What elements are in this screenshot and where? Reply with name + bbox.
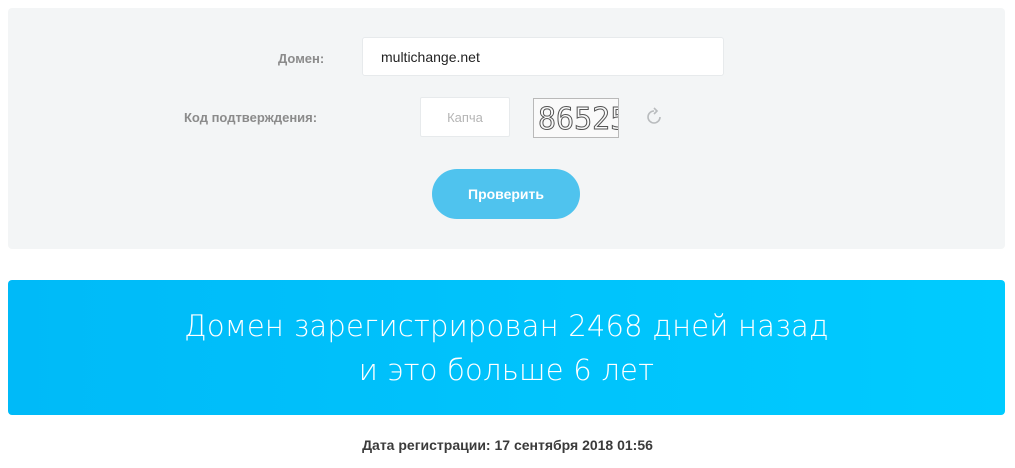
captcha-label: Код подтверждения: — [184, 110, 318, 125]
captcha-input[interactable] — [420, 97, 510, 137]
registration-date: Дата регистрации: 17 сентября 2018 01:56 — [362, 437, 653, 453]
check-button[interactable]: Проверить — [432, 169, 580, 219]
captcha-image: 86525 — [533, 98, 629, 138]
captcha-image-text: 86525 — [538, 102, 618, 137]
result-line-1: Домен зарегистрирован 2468 дней назад — [184, 308, 829, 343]
result-line-2: и это больше 6 лет — [358, 352, 655, 387]
domain-input[interactable] — [362, 37, 724, 76]
result-banner: Домен зарегистрирован 2468 дней назад и … — [8, 280, 1005, 415]
refresh-icon[interactable] — [643, 106, 665, 128]
domain-label: Домен: — [278, 51, 325, 66]
